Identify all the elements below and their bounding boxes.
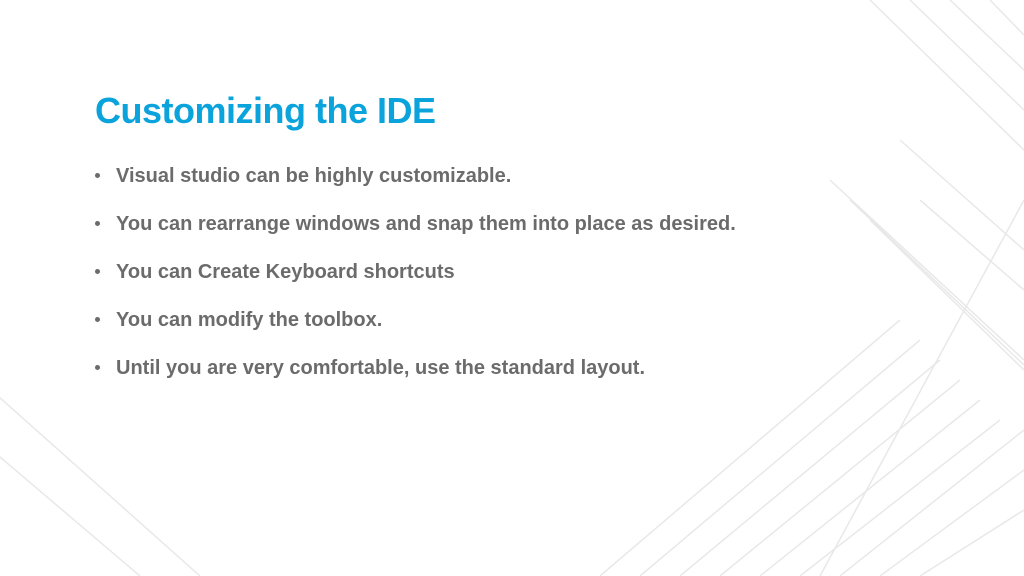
bullet-list: Visual studio can be highly customizable… (95, 162, 929, 382)
list-item: You can Create Keyboard shortcuts (95, 258, 929, 286)
slide-content: Customizing the IDE Visual studio can be… (0, 0, 1024, 382)
bullet-text: You can modify the toolbox. (116, 306, 382, 334)
bullet-icon (95, 269, 100, 274)
list-item: You can modify the toolbox. (95, 306, 929, 334)
bullet-icon (95, 317, 100, 322)
list-item: You can rearrange windows and snap them … (95, 210, 929, 238)
list-item: Visual studio can be highly customizable… (95, 162, 929, 190)
bullet-icon (95, 221, 100, 226)
bullet-text: Visual studio can be highly customizable… (116, 162, 511, 190)
slide-title: Customizing the IDE (95, 90, 929, 132)
bullet-text: Until you are very comfortable, use the … (116, 354, 645, 382)
bullet-icon (95, 173, 100, 178)
bullet-text: You can rearrange windows and snap them … (116, 210, 736, 238)
list-item: Until you are very comfortable, use the … (95, 354, 929, 382)
bullet-text: You can Create Keyboard shortcuts (116, 258, 455, 286)
bullet-icon (95, 365, 100, 370)
